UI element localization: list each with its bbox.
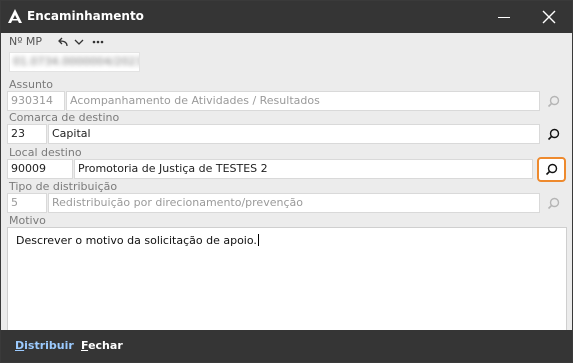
local-search-button[interactable]	[537, 157, 566, 182]
form-area: Nº MP 01.0734.0000004/2023 Assunto 93031…	[1, 33, 572, 331]
fechar-button[interactable]: Fechar	[81, 339, 123, 352]
assunto-label: Assunto	[9, 78, 53, 91]
tipo-code-field: 5	[7, 193, 47, 213]
fechar-label: echar	[88, 339, 123, 352]
search-icon	[547, 197, 559, 209]
local-destino-label: Local destino	[9, 146, 82, 159]
minimize-icon[interactable]	[494, 7, 514, 27]
assunto-code-field: 930314	[7, 91, 65, 111]
tipo-search-button	[539, 192, 567, 214]
mp-number-field[interactable]: 01.0734.0000004/2023	[9, 52, 140, 72]
mp-label: Nº MP	[9, 35, 43, 48]
tipo-distribuicao-label: Tipo de distribuição	[9, 180, 118, 193]
motivo-textarea[interactable]: Descrever o motivo da solicitação de apo…	[7, 227, 567, 331]
motivo-label: Motivo	[9, 214, 46, 227]
assunto-description-field: Acompanhamento de Atividades / Resultado…	[66, 91, 540, 111]
tipo-description-field: Redistribuição por direcionamento/preven…	[48, 193, 540, 213]
title-bar[interactable]: Encaminhamento	[1, 1, 572, 33]
chevron-down-icon[interactable]	[74, 39, 84, 46]
close-icon[interactable]	[539, 7, 559, 27]
comarca-search-button[interactable]	[539, 123, 567, 145]
assunto-search-button	[539, 90, 567, 112]
window-title: Encaminhamento	[27, 9, 144, 23]
encaminhamento-dialog: Encaminhamento Nº MP 01.0734.0000004/202…	[0, 0, 573, 363]
search-icon	[545, 163, 558, 176]
comarca-description-field[interactable]: Capital	[48, 124, 540, 144]
search-icon	[547, 95, 559, 107]
app-logo-icon	[8, 9, 22, 23]
footer-bar: Distribuir Fechar	[1, 330, 572, 362]
comarca-code-field[interactable]: 23	[7, 124, 47, 144]
distribuir-button[interactable]: Distribuir	[15, 339, 74, 352]
undo-icon[interactable]	[57, 37, 69, 48]
distribuir-label: istribuir	[24, 339, 74, 352]
more-icon[interactable]	[92, 40, 104, 44]
text-caret	[257, 234, 259, 246]
local-code-field[interactable]: 90009	[7, 159, 73, 179]
search-icon	[547, 128, 559, 140]
distribuir-mnemonic: D	[15, 339, 25, 352]
local-description-field[interactable]: Promotoria de Justiça de TESTES 2	[74, 159, 533, 179]
motivo-text: Descrever o motivo da solicitação de apo…	[16, 234, 257, 247]
mp-number-value: 01.0734.0000004/2023	[13, 55, 140, 68]
comarca-label: Comarca de destino	[9, 111, 120, 124]
